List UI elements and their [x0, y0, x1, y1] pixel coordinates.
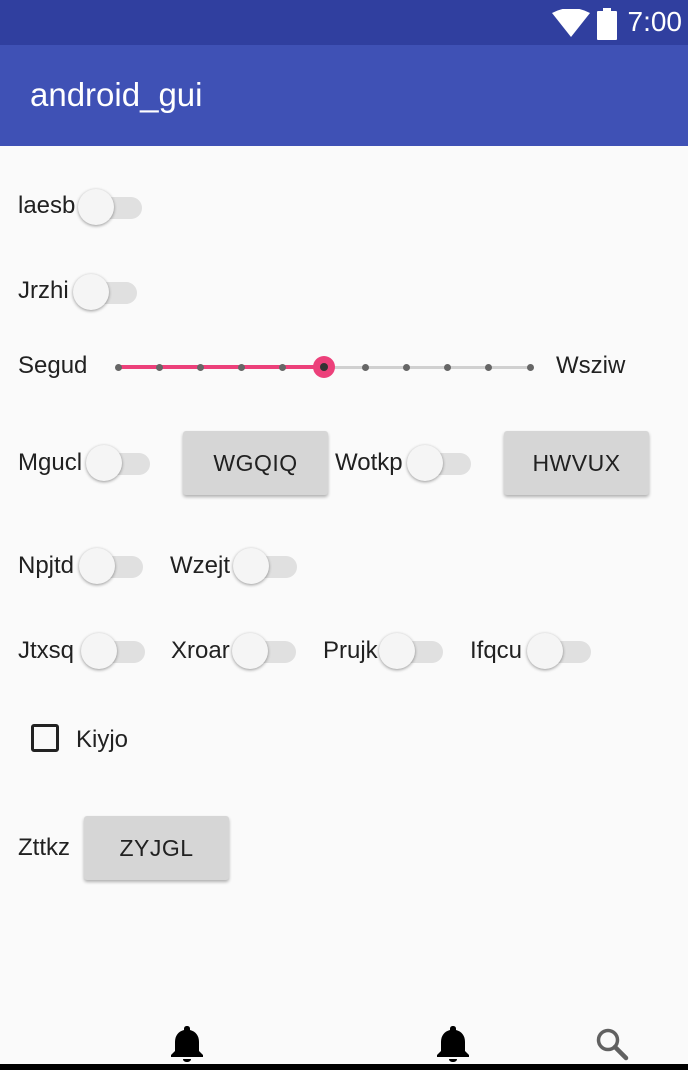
slider-tick [485, 364, 493, 371]
zttkz-label: Zttkz [18, 834, 70, 861]
wotkp-label: Wotkp [335, 449, 403, 476]
wifi-icon [552, 9, 590, 37]
status-time: 7:00 [627, 6, 683, 37]
mgucl-switch[interactable] [86, 443, 152, 483]
wgqiq-button[interactable]: WGQIQ [183, 431, 328, 495]
slider-tick [114, 364, 122, 371]
npjtd-label: Npjtd [18, 552, 75, 579]
wzejt-switch[interactable] [233, 546, 299, 586]
slider-tick [526, 364, 534, 371]
ifqcu-switch[interactable] [527, 631, 593, 671]
laesb-switch[interactable] [78, 187, 144, 227]
slider-tick [402, 364, 410, 371]
wotkp-switch[interactable] [407, 443, 473, 483]
segud-slider[interactable] [112, 350, 536, 384]
wsziw-label: Wsziw [556, 352, 626, 379]
xroar-switch[interactable] [232, 631, 298, 671]
jtxsq-switch[interactable] [81, 631, 147, 671]
slider-tick [238, 364, 246, 371]
status-bar: 7:00 [0, 0, 688, 45]
slider-tick [361, 364, 369, 371]
bottom-nav-bar [0, 1064, 688, 1070]
slider-tick [444, 364, 452, 371]
laesb-label: laesb [18, 192, 76, 219]
wzejt-label: Wzejt [170, 552, 230, 579]
slider-thumb[interactable] [313, 356, 335, 378]
battery-icon [597, 8, 617, 40]
slider-tick [196, 364, 204, 371]
bell-icon[interactable] [170, 1024, 204, 1062]
app-title: android_gui [30, 76, 203, 113]
bottom-nav [0, 1010, 688, 1070]
slider-tick [155, 364, 163, 371]
segud-label: Segud [18, 352, 88, 379]
bell-icon[interactable] [436, 1024, 470, 1062]
slider-tick [279, 364, 287, 371]
prujk-label: Prujk [323, 637, 378, 664]
kiyjo-checkbox[interactable] [31, 724, 59, 752]
app-bar: android_gui [0, 45, 688, 146]
npjtd-switch[interactable] [79, 546, 145, 586]
jrzhi-switch[interactable] [73, 272, 139, 312]
hwvux-button[interactable]: HWVUX [504, 431, 649, 495]
kiyjo-label: Kiyjo [76, 726, 129, 753]
jtxsq-label: Jtxsq [18, 637, 75, 664]
zyjgl-button[interactable]: ZYJGL [84, 816, 229, 880]
search-icon[interactable] [595, 1027, 629, 1061]
prujk-switch[interactable] [379, 631, 445, 671]
mgucl-label: Mgucl [18, 449, 83, 476]
ifqcu-label: Ifqcu [470, 637, 523, 664]
xroar-label: Xroar [171, 637, 230, 664]
jrzhi-label: Jrzhi [18, 277, 69, 304]
